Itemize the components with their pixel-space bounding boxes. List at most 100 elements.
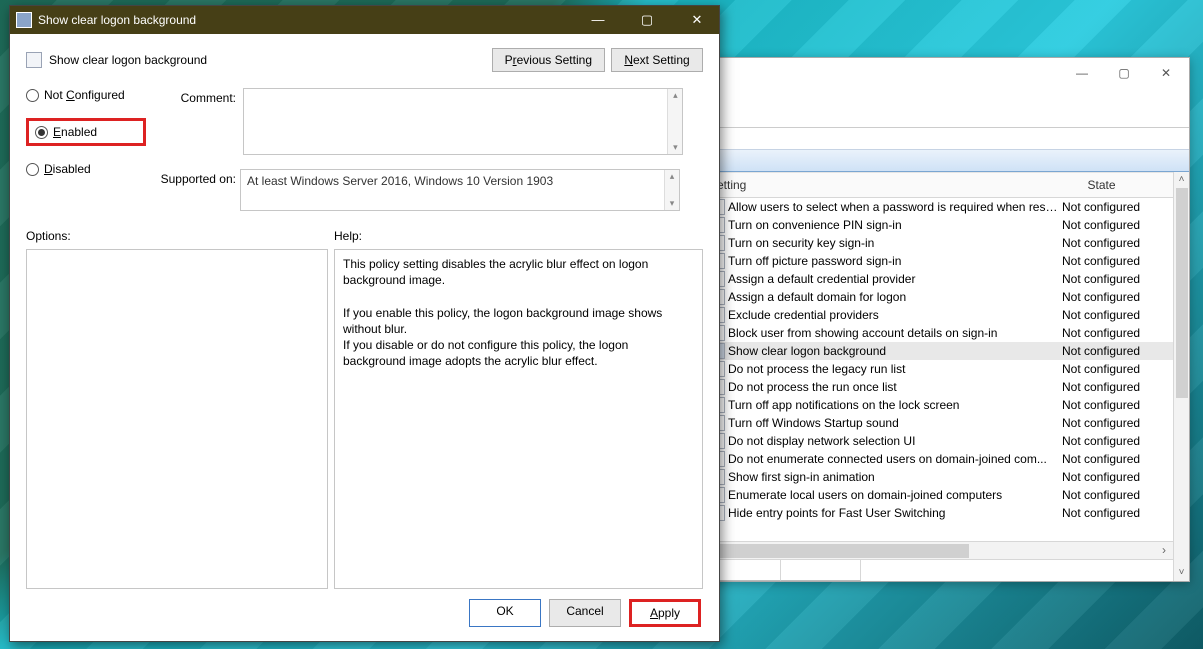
dialog-title: Show clear logon background [38,13,583,27]
policy-row-state: Not configured [1058,200,1168,214]
policy-row[interactable]: ≡Turn off picture password sign-inNot co… [701,252,1173,270]
maximize-button[interactable]: ▢ [1117,66,1131,80]
gp-tab-standard[interactable] [781,560,861,581]
policy-row-state: Not configured [1058,362,1168,376]
policy-row-state: Not configured [1058,488,1168,502]
gp-notice-strip [701,128,1189,150]
radio-enabled-input[interactable] [35,126,48,139]
policy-row[interactable]: ≡Assign a default credential providerNot… [701,270,1173,288]
scroll-up-icon[interactable]: ˄ [1174,172,1189,188]
policy-row-name: Turn off picture password sign-in [728,254,1058,268]
policy-row[interactable]: ≡Exclude credential providersNot configu… [701,306,1173,324]
supported-label: Supported on: [146,169,236,211]
comment-label: Comment: [146,88,236,105]
policy-row[interactable]: ≡Turn on security key sign-inNot configu… [701,234,1173,252]
scroll-up-icon[interactable]: ▴ [668,90,682,101]
policy-row-name: Allow users to select when a password is… [728,200,1058,214]
policy-row[interactable]: ≡Hide entry points for Fast User Switchi… [701,504,1173,522]
policy-row-state: Not configured [1058,470,1168,484]
next-setting-button[interactable]: Next Setting [611,48,703,72]
policy-row-name: Turn off Windows Startup sound [728,416,1058,430]
policy-row[interactable]: ≡Do not process the legacy run listNot c… [701,360,1173,378]
policy-row[interactable]: ≡Assign a default domain for logonNot co… [701,288,1173,306]
gp-result-tabs [701,559,1173,581]
dialog-minimize-button[interactable]: — [583,12,611,28]
policy-row[interactable]: ≡Turn off Windows Startup soundNot confi… [701,414,1173,432]
policy-row-state: Not configured [1058,326,1168,340]
policy-row-name: Do not enumerate connected users on doma… [728,452,1058,466]
policy-row-name: Do not process the run once list [728,380,1058,394]
ok-button[interactable]: OK [469,599,541,627]
policy-row[interactable]: ≡Block user from showing account details… [701,324,1173,342]
close-button[interactable]: ✕ [1159,66,1173,80]
radio-enabled[interactable]: Enabled [26,118,146,146]
policy-row[interactable]: ≡Show first sign-in animationNot configu… [701,468,1173,486]
horizontal-scrollbar[interactable]: ‹ › [701,541,1173,559]
policy-table: Setting State ≡Allow users to select whe… [701,172,1173,581]
radio-not-configured[interactable]: Not Configured [26,88,146,102]
policy-row-name: Turn on convenience PIN sign-in [728,218,1058,232]
comment-box: ▴▾ [243,88,683,155]
policy-row-name: Enumerate local users on domain-joined c… [728,488,1058,502]
policy-row-state: Not configured [1058,398,1168,412]
policy-row-state: Not configured [1058,308,1168,322]
policy-row-name: Show clear logon background [728,344,1058,358]
policy-row-name: Block user from showing account details … [728,326,1058,340]
policy-row-name: Show first sign-in animation [728,470,1058,484]
policy-row[interactable]: ≡Do not display network selection UINot … [701,432,1173,450]
policy-row-name: Exclude credential providers [728,308,1058,322]
scroll-down-icon[interactable]: ˅ [1174,565,1189,581]
radio-not-configured-input[interactable] [26,89,39,102]
gp-toolbar [701,88,1189,128]
col-setting[interactable]: Setting [701,173,1049,197]
scroll-right-icon[interactable]: › [1155,542,1173,559]
policy-row-state: Not configured [1058,272,1168,286]
policy-row-state: Not configured [1058,506,1168,520]
vscroll-thumb[interactable] [1176,188,1188,398]
policy-row[interactable]: ≡Do not enumerate connected users on dom… [701,450,1173,468]
minimize-button[interactable]: — [1075,66,1089,80]
policy-row-state: Not configured [1058,344,1168,358]
comment-input[interactable] [244,89,664,151]
policy-row[interactable]: ≡Turn off app notifications on the lock … [701,396,1173,414]
policy-row-state: Not configured [1058,218,1168,232]
scroll-up-icon[interactable]: ▴ [665,171,679,182]
radio-disabled-input[interactable] [26,163,39,176]
gp-titlebar: — ▢ ✕ [701,58,1189,88]
policy-row[interactable]: ≡Turn on convenience PIN sign-inNot conf… [701,216,1173,234]
policy-row-name: Do not display network selection UI [728,434,1058,448]
policy-row-state: Not configured [1058,380,1168,394]
policy-row-state: Not configured [1058,434,1168,448]
help-panel[interactable]: This policy setting disables the acrylic… [334,249,703,589]
supported-box: At least Windows Server 2016, Windows 10… [240,169,680,211]
policy-icon [16,12,32,28]
scroll-down-icon[interactable]: ▾ [668,142,682,153]
policy-rows[interactable]: ≡Allow users to select when a password i… [701,198,1173,541]
dialog-titlebar[interactable]: Show clear logon background — ▢ ✕ [10,6,719,34]
policy-row-name: Turn off app notifications on the lock s… [728,398,1058,412]
policy-table-header: Setting State [701,173,1173,198]
dialog-maximize-button[interactable]: ▢ [633,12,661,28]
col-state[interactable]: State [1049,173,1154,197]
policy-row[interactable]: ≡Allow users to select when a password i… [701,198,1173,216]
supported-value: At least Windows Server 2016, Windows 10… [241,170,679,210]
options-panel [26,249,328,589]
previous-setting-button[interactable]: Previous Setting [492,48,605,72]
policy-row-state: Not configured [1058,290,1168,304]
policy-dialog: Show clear logon background — ▢ ✕ Show c… [9,5,720,642]
policy-row[interactable]: ≡Show clear logon backgroundNot configur… [701,342,1173,360]
hscroll-thumb[interactable] [719,544,969,558]
policy-row-name: Hide entry points for Fast User Switchin… [728,506,1058,520]
policy-row[interactable]: ≡Do not process the run once listNot con… [701,378,1173,396]
gp-header-strip [701,150,1189,172]
policy-row[interactable]: ≡Enumerate local users on domain-joined … [701,486,1173,504]
apply-button[interactable]: Apply [629,599,701,627]
policy-row-state: Not configured [1058,236,1168,250]
cancel-button[interactable]: Cancel [549,599,621,627]
policy-row-name: Turn on security key sign-in [728,236,1058,250]
dialog-close-button[interactable]: ✕ [683,12,711,28]
policy-row-state: Not configured [1058,452,1168,466]
vertical-scrollbar[interactable]: ˄ ˅ [1173,172,1189,581]
scroll-down-icon[interactable]: ▾ [665,198,679,209]
radio-disabled[interactable]: Disabled [26,162,146,176]
